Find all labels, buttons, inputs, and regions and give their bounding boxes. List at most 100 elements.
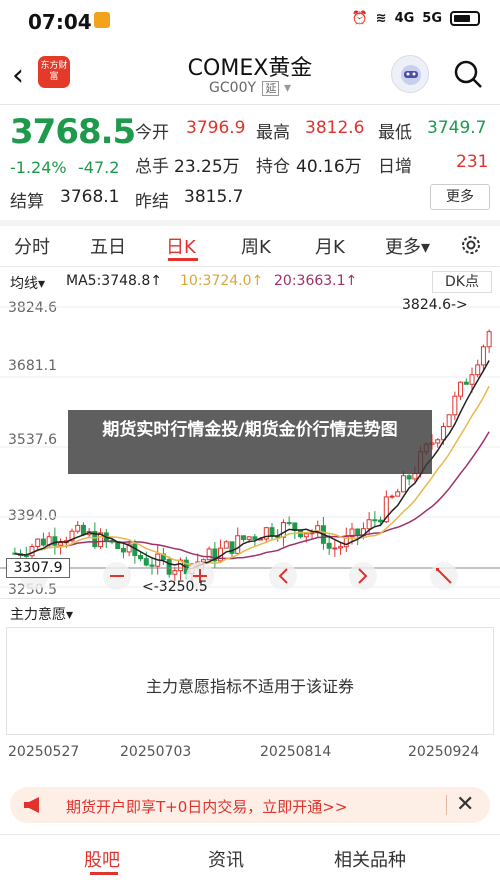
candle-down: [40, 538, 46, 546]
divider: [0, 104, 500, 105]
high-marker: 3824.6->: [402, 297, 468, 313]
change-absolute: -47.2: [78, 158, 120, 177]
last-price: 3768.5: [10, 112, 136, 152]
ma10-value: 10:3724.0↑: [180, 273, 264, 289]
volume-value: 23.25万: [174, 157, 240, 177]
nav-forum[interactable]: 股吧: [84, 846, 120, 872]
candle-up: [440, 426, 446, 441]
candle-up: [200, 559, 206, 563]
candle-up: [172, 570, 178, 575]
divider: [0, 266, 500, 267]
more-button[interactable]: 更多: [430, 184, 490, 210]
candle-up: [458, 381, 464, 397]
x-date: 20250814: [260, 744, 332, 760]
open-value: 3796.9: [186, 118, 246, 138]
candle-up: [75, 524, 81, 532]
zoom-out-button[interactable]: [103, 562, 131, 590]
candle-up: [446, 414, 452, 428]
candle-down: [166, 558, 172, 575]
candle-down: [463, 381, 469, 385]
tab-more[interactable]: 更多▾: [385, 233, 430, 259]
candle-up: [246, 536, 252, 540]
megaphone-icon: [24, 797, 39, 813]
chevron-down-icon[interactable]: ▾: [284, 80, 291, 96]
tab-five-day[interactable]: 五日: [90, 233, 126, 259]
line-type-select[interactable]: 均线▾: [10, 273, 45, 293]
image-caption: 期货实时行情金投/期货金价行情走势图: [68, 410, 432, 474]
scroll-right-button[interactable]: [349, 562, 377, 590]
candle-down: [406, 475, 412, 480]
tab-intraday[interactable]: 分时: [14, 233, 50, 259]
dk-point-button[interactable]: DK点: [432, 271, 492, 293]
divider: [0, 834, 500, 835]
candle-down: [372, 519, 378, 522]
prev-settle-value: 3815.7: [184, 187, 244, 207]
settle-label: 结算: [10, 192, 44, 212]
battery-icon: [450, 11, 480, 26]
candle-up: [395, 491, 401, 497]
candle-up: [29, 545, 35, 557]
low-value: 3749.7: [427, 118, 487, 138]
search-icon[interactable]: [452, 58, 484, 90]
position-label: 持仓: [256, 157, 290, 177]
candle-up: [480, 346, 486, 366]
candle-up: [332, 547, 338, 550]
assistant-avatar-icon[interactable]: [391, 55, 429, 93]
status-time: 07:04: [28, 10, 92, 34]
scroll-left-button[interactable]: [269, 562, 297, 590]
active-tab-indicator: [168, 258, 198, 261]
promo-text[interactable]: 期货开户即享T+0日内交易，立即开通>>: [66, 796, 347, 817]
tab-daily-k[interactable]: 日K: [166, 233, 196, 259]
candle-down: [378, 519, 384, 523]
wifi-icon: ≋: [375, 11, 387, 26]
prev-settle-label: 昨结: [135, 192, 169, 212]
x-date: 20250703: [120, 744, 192, 760]
change-percent: -1.24%: [10, 158, 67, 177]
indicator-select[interactable]: 主力意愿▾: [10, 604, 73, 624]
candle-up: [35, 538, 41, 547]
candle-up: [235, 535, 241, 554]
tab-monthly-k[interactable]: 月K: [315, 233, 345, 259]
candle-down: [326, 542, 332, 549]
x-date: 20250924: [408, 744, 480, 760]
candle-up: [389, 495, 395, 498]
candle-down: [252, 536, 258, 540]
candle-up: [223, 541, 229, 549]
gear-icon[interactable]: [458, 232, 484, 258]
close-icon[interactable]: ✕: [456, 792, 474, 817]
volume-label: 总手: [135, 157, 169, 177]
tab-weekly-k[interactable]: 周K: [241, 233, 271, 259]
candle-up: [338, 546, 344, 549]
contract-code-text: GC00Y: [209, 80, 257, 96]
candle-down: [52, 536, 58, 546]
candle-down: [269, 527, 275, 537]
position-value: 40.16万: [296, 157, 362, 177]
open-label: 今开: [135, 123, 169, 143]
nav-news[interactable]: 资讯: [208, 846, 244, 872]
candle-up: [366, 519, 372, 530]
nav-related[interactable]: 相关品种: [334, 846, 406, 872]
candle-down: [80, 524, 86, 536]
status-indicators: ⏰ ≋ 4G 5G: [351, 11, 480, 26]
candle-down: [286, 522, 292, 525]
daily-increase-value: 231: [456, 152, 489, 172]
candle-up: [412, 473, 418, 480]
high-label: 最高: [256, 123, 290, 143]
divider: [0, 220, 500, 226]
candle-down: [240, 535, 246, 540]
candle-up: [280, 522, 286, 538]
low-marker: <-3250.5: [142, 579, 208, 595]
indicator-message: 主力意愿指标不适用于该证券: [145, 677, 354, 696]
candle-down: [138, 554, 144, 560]
crosshair-value: 3307.9: [6, 558, 70, 578]
candle-down: [149, 564, 155, 567]
candle-down: [120, 548, 126, 553]
candle-up: [469, 374, 475, 385]
candle-down: [143, 558, 149, 566]
candle-up: [486, 331, 492, 348]
divider: [0, 598, 500, 599]
candle-up: [206, 548, 212, 561]
fullscreen-button[interactable]: [430, 562, 458, 590]
candle-up: [475, 364, 481, 376]
candle-up: [435, 439, 441, 444]
